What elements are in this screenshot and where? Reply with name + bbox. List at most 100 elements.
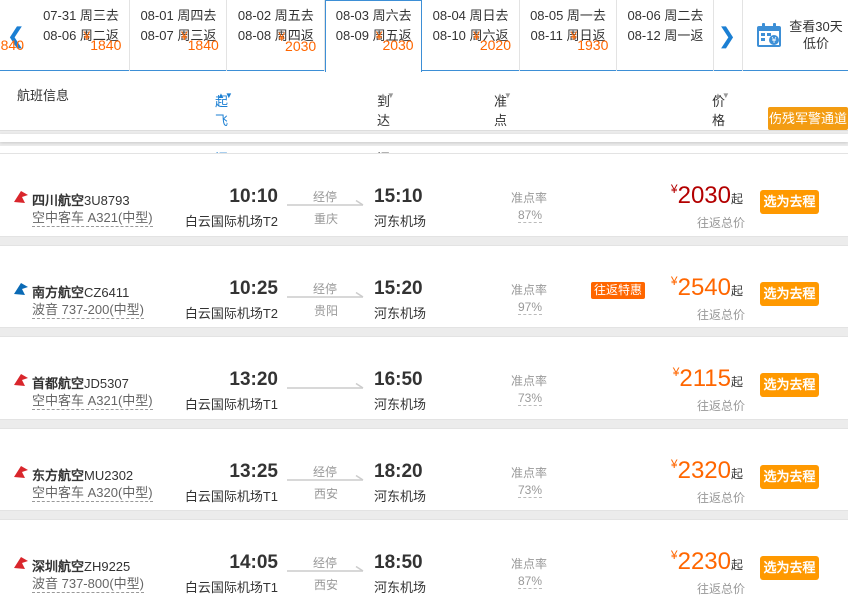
date-strip: ❮ 07-31 周三去08-06 周二返¥184008-01 周四去08-07 …: [0, 0, 848, 72]
airline-logo-icon: [14, 282, 28, 295]
arrival-airport: 河东机场: [374, 305, 427, 321]
flight-row: 南方航空CZ6411 波音 737-200(中型) 10:25 白云国际机场T2 经停贵…: [0, 244, 848, 328]
svg-text:¥: ¥: [771, 36, 776, 45]
airline-name: 东方航空MU2302: [32, 465, 133, 484]
price-value: 2115: [679, 365, 731, 392]
arrival-time: 15:10: [374, 186, 423, 207]
list-header: 航班信息 起飞时间▲▼ 到达时间▲▼ 准点率▲▼ 价格▲▼: [0, 79, 848, 166]
date-option[interactable]: 08-06 周二去 08-12 周一返 ¥1930: [571, 0, 715, 71]
view-30-day-lowprice-button[interactable]: ¥ 查看30天 低价: [742, 0, 848, 71]
date-price-value: 1840: [90, 37, 122, 53]
depart-date: 08-02 周五去: [237, 8, 314, 23]
airline-logo-icon: [14, 374, 28, 386]
ontime-label: 准点率: [511, 465, 548, 480]
roundtrip-total-label: 往返总价: [696, 490, 745, 505]
departure-airport: 白云国际机场T2: [184, 214, 278, 229]
price-from-label: 起: [730, 375, 743, 389]
airline-name: 南方航空CZ6411: [32, 282, 129, 301]
departure-airport: 白云国际机场T1: [184, 488, 278, 504]
select-outbound-button[interactable]: 选为去程: [760, 190, 819, 214]
sort-arrows-icon: ▲▼: [217, 91, 233, 100]
calendar-icon: ¥: [757, 23, 781, 47]
departure-airport: 白云国际机场T1: [184, 580, 278, 595]
chevron-right-icon: ❯: [717, 22, 737, 48]
departure-time: 10:25: [229, 277, 278, 299]
arrival-airport: 河东机场: [374, 488, 427, 504]
date-price: ¥2030: [376, 28, 414, 53]
arrival-airport: 河东机场: [374, 397, 427, 412]
yen-symbol: ¥: [670, 456, 678, 471]
date-price-value: 1840: [0, 37, 24, 53]
select-outbound-button[interactable]: 选为去程: [760, 373, 819, 397]
stop-city[interactable]: 贵阳: [314, 302, 338, 319]
airline-name: 四川航空3U8793: [32, 190, 130, 209]
arrival-time: 18:20: [374, 460, 423, 482]
depart-date: 08-03 周六去: [335, 8, 412, 23]
date-price: ¥1840: [84, 28, 122, 53]
airline-name: 深圳航空ZH9225: [32, 556, 130, 575]
promo-badge: 往返特惠: [591, 281, 646, 299]
sort-arrows-icon: ▲▼: [714, 91, 730, 100]
flight-price: ¥2115起: [673, 365, 743, 393]
next-dates-button[interactable]: ❯: [712, 0, 742, 71]
departure-time: 13:25: [229, 460, 278, 482]
stop-city[interactable]: 西安: [314, 485, 338, 502]
aircraft-type[interactable]: 空中客车 A321(中型): [32, 393, 153, 410]
flight-price: ¥2230起: [671, 548, 743, 576]
airline-logo-icon: [14, 557, 28, 569]
ontime-rate[interactable]: 73%: [518, 391, 543, 406]
sort-arrows-icon: ▲▼: [379, 91, 395, 100]
calendar-label-line2: 低价: [802, 36, 829, 51]
price-value: 2230: [677, 548, 731, 575]
departure-time: 13:20: [229, 369, 278, 390]
price-from-label: 起: [730, 192, 743, 206]
row-separator: [0, 328, 848, 336]
select-outbound-button[interactable]: 选为去程: [760, 556, 819, 580]
row-separator: [0, 236, 848, 245]
date-price-value: 2030: [382, 37, 414, 53]
ontime-label: 准点率: [511, 282, 548, 297]
select-outbound-button[interactable]: 选为去程: [760, 281, 819, 306]
aircraft-type[interactable]: 空中客车 A321(中型): [32, 210, 153, 227]
stop-label: 经停: [313, 464, 338, 479]
airline-label: 南方航空: [32, 284, 85, 300]
date-price: ¥1840: [0, 28, 24, 53]
airline-label: 四川航空: [32, 193, 85, 208]
ontime-rate[interactable]: 73%: [518, 483, 543, 498]
price-from-label: 起: [730, 558, 743, 572]
price-from-label: 起: [730, 283, 743, 298]
stop-city[interactable]: 重庆: [314, 210, 338, 227]
select-outbound-button[interactable]: 选为去程: [760, 464, 819, 489]
arrival-time: 18:50: [374, 552, 423, 573]
military-disabled-channel-button[interactable]: 伤残军警通道: [768, 107, 848, 130]
date-price-value: 2030: [285, 38, 317, 54]
row-separator: [0, 419, 848, 428]
arrival-time: 15:20: [374, 277, 423, 299]
sort-arrows-icon: ▲▼: [496, 91, 512, 100]
departure-time: 10:10: [229, 186, 278, 207]
date-price-value: 1840: [187, 37, 219, 53]
aircraft-type[interactable]: 空中客车 A320(中型): [32, 485, 153, 502]
airline-logo-icon: [14, 191, 28, 203]
flight-row: 东方航空MU2302 空中客车 A320(中型) 13:25 白云国际机场T1 经停西安…: [0, 427, 848, 511]
ontime-rate[interactable]: 97%: [518, 300, 543, 315]
depart-date: 08-04 周日去: [432, 8, 509, 23]
flight-price: ¥2320起: [671, 457, 743, 485]
date-price: ¥1930: [571, 28, 609, 53]
flight-number: 3U8793: [84, 193, 130, 208]
ontime-rate[interactable]: 87%: [518, 574, 543, 589]
departure-airport: 白云国际机场T1: [184, 397, 278, 412]
aircraft-type[interactable]: 波音 737-800(中型): [32, 576, 144, 593]
flight-price: ¥2030起: [671, 182, 743, 210]
stop-city[interactable]: 西安: [314, 576, 338, 593]
yen-symbol: ¥: [180, 29, 188, 43]
yen-symbol: ¥: [473, 29, 480, 43]
calendar-label: 查看30天 低价: [787, 18, 845, 52]
arrival-time: 16:50: [374, 369, 423, 390]
date-price-value: 1930: [577, 37, 609, 53]
ontime-rate[interactable]: 87%: [518, 208, 543, 223]
roundtrip-total-label: 往返总价: [696, 216, 745, 230]
airline-logo-icon: [14, 465, 28, 478]
flight-number: MU2302: [84, 467, 134, 483]
aircraft-type[interactable]: 波音 737-200(中型): [32, 302, 144, 319]
